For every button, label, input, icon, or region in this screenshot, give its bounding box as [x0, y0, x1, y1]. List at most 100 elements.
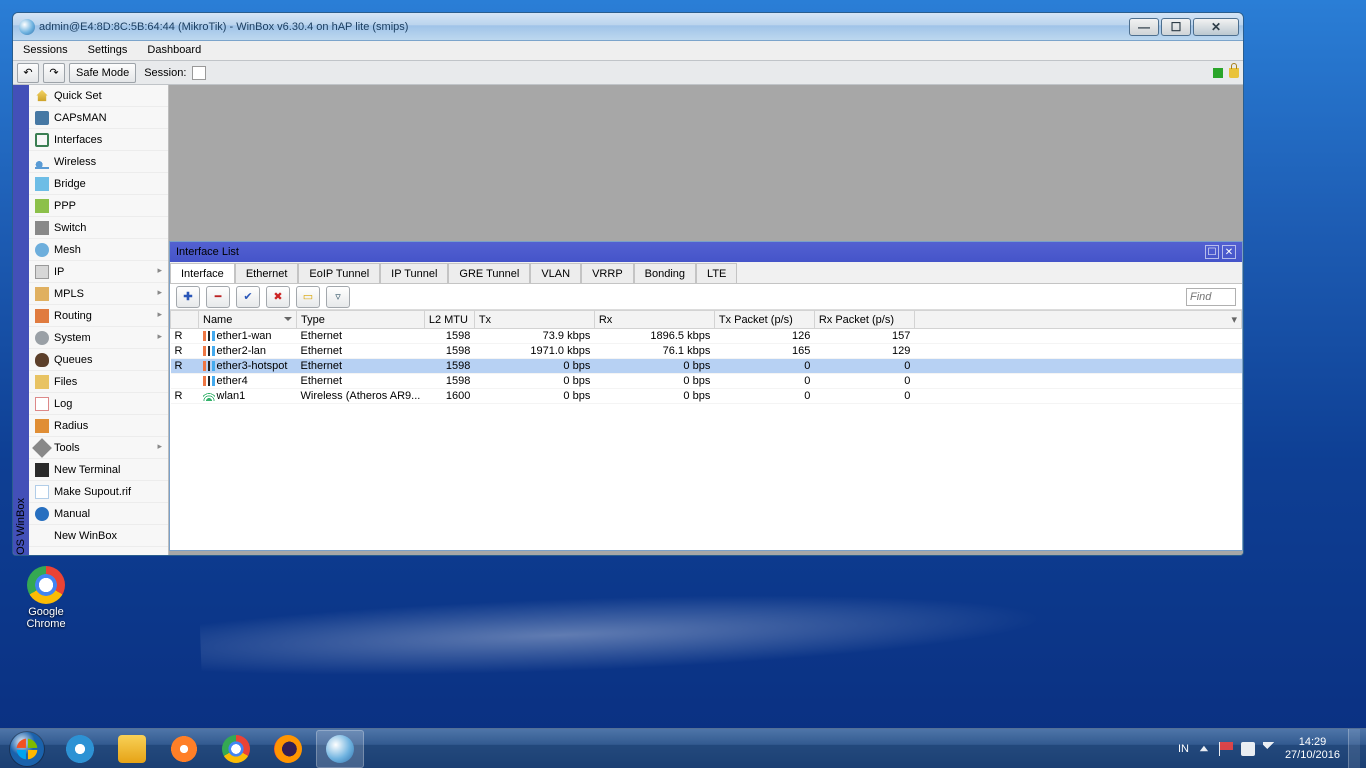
chrome-icon: [222, 735, 250, 763]
sidebar-item-ip[interactable]: IP ▸: [29, 261, 168, 283]
tab-lte[interactable]: LTE: [696, 263, 737, 283]
tray-show-hidden-icon[interactable]: [1197, 742, 1211, 756]
sidebar-item-manual[interactable]: Manual: [29, 503, 168, 525]
cell-flag: [171, 374, 199, 389]
enable-button[interactable]: ✔: [236, 286, 260, 308]
taskbar-pin-firefox[interactable]: [264, 730, 312, 768]
sidebar-item-interfaces[interactable]: Interfaces: [29, 129, 168, 151]
tray-lang[interactable]: IN: [1178, 743, 1189, 755]
taskbar-pin-winbox[interactable]: [316, 730, 364, 768]
sidebar-item-radius[interactable]: Radius: [29, 415, 168, 437]
table-row[interactable]: ether4 Ethernet 1598 0 bps 0 bps 0 0: [171, 374, 1242, 389]
find-input[interactable]: [1186, 288, 1236, 306]
sidebar-item-bridge[interactable]: Bridge: [29, 173, 168, 195]
menu-dashboard[interactable]: Dashboard: [137, 41, 211, 60]
menu-settings[interactable]: Settings: [78, 41, 138, 60]
sidebar-item-files[interactable]: Files: [29, 371, 168, 393]
sidebar-item-ppp[interactable]: PPP: [29, 195, 168, 217]
column-header[interactable]: L2 MTU: [424, 311, 474, 329]
sidebar-item-wireless[interactable]: Wireless: [29, 151, 168, 173]
menu-sessions[interactable]: Sessions: [13, 41, 78, 60]
taskbar-pin-chrome[interactable]: [212, 730, 260, 768]
app-icon: [19, 19, 35, 35]
titlebar[interactable]: admin@E4:8D:8C:5B:64:44 (MikroTik) - Win…: [13, 13, 1243, 41]
sidebar-item-icon: [35, 133, 49, 147]
column-header[interactable]: Rx: [594, 311, 714, 329]
undo-button[interactable]: ↶: [17, 63, 39, 83]
add-button[interactable]: ✚: [176, 286, 200, 308]
tray-clock[interactable]: 14:29 27/10/2016: [1285, 736, 1340, 762]
sidebar-item-queues[interactable]: Queues: [29, 349, 168, 371]
tab-gre-tunnel[interactable]: GRE Tunnel: [448, 263, 530, 283]
start-button[interactable]: [0, 729, 54, 768]
ethernet-icon: [203, 376, 215, 386]
cell-tx: 0 bps: [474, 389, 594, 404]
interface-grid[interactable]: NameTypeL2 MTUTxRxTx Packet (p/s)Rx Pack…: [170, 310, 1242, 550]
disable-button[interactable]: ✖: [266, 286, 290, 308]
tab-ethernet[interactable]: Ethernet: [235, 263, 299, 283]
cell-mtu: 1598: [424, 374, 474, 389]
workspace: outerOS WinBox Quick Set CAPsMAN Interfa…: [13, 85, 1243, 555]
sidebar-item-log[interactable]: Log: [29, 393, 168, 415]
tray-action-center-icon[interactable]: [1219, 742, 1233, 756]
show-desktop-button[interactable]: [1348, 729, 1360, 768]
sidebar-item-routing[interactable]: Routing ▸: [29, 305, 168, 327]
session-indicator[interactable]: [192, 66, 206, 80]
sidebar-item-icon: [35, 155, 49, 169]
safe-mode-button[interactable]: Safe Mode: [69, 63, 136, 83]
filter-button[interactable]: ▿: [326, 286, 350, 308]
sidebar-item-system[interactable]: System ▸: [29, 327, 168, 349]
column-header[interactable]: Name: [199, 311, 297, 329]
table-row[interactable]: R ether3-hotspot Ethernet 1598 0 bps 0 b…: [171, 359, 1242, 374]
sidebar-item-new-terminal[interactable]: New Terminal: [29, 459, 168, 481]
tab-vlan[interactable]: VLAN: [530, 263, 581, 283]
close-button[interactable]: ✕: [1193, 18, 1239, 36]
cell-txp: 165: [714, 344, 814, 359]
undo-icon: ↶: [23, 66, 32, 79]
taskbar-pin-wmp[interactable]: [160, 730, 208, 768]
tab-interface[interactable]: Interface: [170, 263, 235, 283]
tab-eoip-tunnel[interactable]: EoIP Tunnel: [298, 263, 380, 283]
cell-name: ether1-wan: [199, 329, 297, 344]
taskbar-pin-ie[interactable]: [56, 730, 104, 768]
cell-tx: 0 bps: [474, 374, 594, 389]
minimize-button[interactable]: —: [1129, 18, 1159, 36]
tray-sound-icon[interactable]: [1263, 742, 1277, 756]
column-header[interactable]: Type: [297, 311, 425, 329]
inner-maximize-icon[interactable]: ☐: [1205, 245, 1219, 259]
system-tray: IN 14:29 27/10/2016: [1178, 729, 1366, 768]
column-header[interactable]: Tx: [474, 311, 594, 329]
sidebar-item-mesh[interactable]: Mesh: [29, 239, 168, 261]
submenu-chevron-icon: ▸: [157, 309, 162, 320]
desktop-icon-chrome[interactable]: Google Chrome: [14, 566, 78, 630]
sidebar-item-make-supout-rif[interactable]: Make Supout.rif: [29, 481, 168, 503]
table-row[interactable]: R wlan1 Wireless (Atheros AR9... 1600 0 …: [171, 389, 1242, 404]
column-header[interactable]: Rx Packet (p/s): [814, 311, 914, 329]
taskbar-pin-explorer[interactable]: [108, 730, 156, 768]
column-header[interactable]: Tx Packet (p/s): [714, 311, 814, 329]
comment-button[interactable]: ▭: [296, 286, 320, 308]
sidebar-item-label: New Terminal: [54, 464, 120, 476]
sidebar-item-tools[interactable]: Tools ▸: [29, 437, 168, 459]
maximize-button[interactable]: ☐: [1161, 18, 1191, 36]
minus-icon: ━: [215, 290, 222, 303]
tab-vrrp[interactable]: VRRP: [581, 263, 634, 283]
tray-power-icon[interactable]: [1241, 742, 1255, 756]
remove-button[interactable]: ━: [206, 286, 230, 308]
sidebar-item-icon: [35, 507, 49, 521]
sidebar-item-capsman[interactable]: CAPsMAN: [29, 107, 168, 129]
column-header[interactable]: [171, 311, 199, 329]
inner-titlebar[interactable]: Interface List ☐ ✕: [170, 242, 1242, 262]
redo-button[interactable]: ↷: [43, 63, 65, 83]
sidebar-item-quick-set[interactable]: Quick Set: [29, 85, 168, 107]
column-spacer: ▾: [914, 311, 1241, 329]
table-row[interactable]: R ether1-wan Ethernet 1598 73.9 kbps 189…: [171, 329, 1242, 344]
sidebar-item-mpls[interactable]: MPLS ▸: [29, 283, 168, 305]
sidebar-item-icon: [35, 111, 49, 125]
sidebar-item-switch[interactable]: Switch: [29, 217, 168, 239]
inner-close-icon[interactable]: ✕: [1222, 245, 1236, 259]
table-row[interactable]: R ether2-lan Ethernet 1598 1971.0 kbps 7…: [171, 344, 1242, 359]
tab-ip-tunnel[interactable]: IP Tunnel: [380, 263, 448, 283]
tab-bonding[interactable]: Bonding: [634, 263, 696, 283]
sidebar-item-new-winbox[interactable]: New WinBox: [29, 525, 168, 547]
